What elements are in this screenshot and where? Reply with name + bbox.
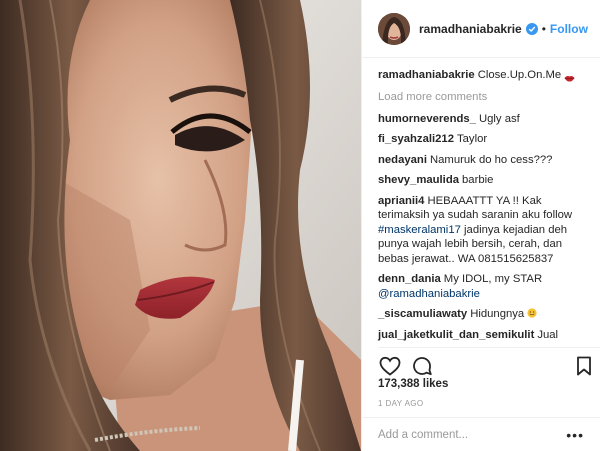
comment-mention[interactable]: @ramadhaniabakrie bbox=[378, 288, 480, 300]
header-separator: • bbox=[541, 21, 546, 36]
comment-item: shevy_maulida barbie bbox=[378, 173, 584, 188]
comment-text: barbie bbox=[462, 174, 494, 186]
comment-username[interactable]: jual_jaketkulit_dan_semikulit bbox=[378, 329, 534, 341]
comment-username[interactable]: aprianii4 bbox=[378, 195, 424, 207]
bookmark-icon[interactable] bbox=[572, 354, 596, 378]
follow-button[interactable]: Follow bbox=[550, 22, 588, 36]
post-header: ramadhaniabakrie • Follow bbox=[362, 0, 600, 58]
more-options-icon[interactable]: ••• bbox=[566, 427, 584, 443]
add-comment-bar: ••• bbox=[362, 417, 600, 451]
verified-badge-icon bbox=[525, 22, 538, 35]
kiss-lips-emoji bbox=[564, 72, 575, 82]
comment-username[interactable]: denn_dania bbox=[378, 273, 441, 285]
comment-item: _siscamuliawaty Hidungnya bbox=[378, 307, 584, 322]
comment-item: humorneverends_ Ugly asf bbox=[378, 112, 584, 127]
comment-username[interactable]: _siscamuliawaty bbox=[378, 308, 467, 320]
load-more-comments-link[interactable]: Load more comments bbox=[378, 91, 584, 103]
comment-username[interactable]: fi_syahzali212 bbox=[378, 133, 454, 145]
comment-item: nedayani Namuruk do ho cess??? bbox=[378, 153, 584, 168]
comments-list[interactable]: ramadhaniabakrie Close.Up.On.Me Load more… bbox=[362, 58, 600, 342]
grinning-face-emoji bbox=[527, 308, 537, 318]
likes-count[interactable]: 173,388 likes bbox=[378, 378, 448, 390]
comment-text: Taylor bbox=[457, 133, 488, 145]
avatar[interactable] bbox=[378, 12, 410, 45]
post-timestamp[interactable]: 1 DAY AGO bbox=[378, 399, 424, 408]
comment-text: Hidungnya bbox=[470, 308, 525, 320]
avatar-image bbox=[378, 12, 410, 45]
comment-item: aprianii4 HEBAAATTT YA !! Kak terimaksih … bbox=[378, 194, 584, 267]
post-actions-bar bbox=[378, 347, 600, 377]
comment-item: jual_jaketkulit_dan_semikulitJual jaket … bbox=[378, 328, 584, 343]
heart-icon[interactable] bbox=[378, 354, 402, 378]
header-username[interactable]: ramadhaniabakrie bbox=[419, 22, 522, 36]
comment-username[interactable]: nedayani bbox=[378, 154, 427, 166]
comment-bubble-icon[interactable] bbox=[410, 354, 434, 378]
comment-text: My IDOL, my STAR bbox=[443, 273, 543, 285]
portrait-image bbox=[0, 0, 361, 451]
caption-username[interactable]: ramadhaniabakrie bbox=[378, 69, 475, 81]
comment-text: Namuruk do ho cess??? bbox=[429, 153, 553, 166]
post-details-panel: ramadhaniabakrie • Follow ramadhaniabakr… bbox=[361, 0, 600, 451]
post-caption: ramadhaniabakrie Close.Up.On.Me bbox=[378, 68, 584, 83]
comment-input[interactable] bbox=[378, 428, 567, 441]
caption-text: Close.Up.On.Me bbox=[477, 69, 562, 81]
post-photo[interactable] bbox=[0, 0, 361, 451]
comment-username[interactable]: shevy_maulida bbox=[378, 174, 459, 186]
comment-item: denn_dania My IDOL, my STAR @ramadhaniaba… bbox=[378, 272, 584, 301]
comment-text: Ugly asf bbox=[478, 112, 520, 125]
comment-hashtag[interactable]: #maskeralami17 bbox=[378, 224, 461, 236]
comment-item: fi_syahzali212 Taylor bbox=[378, 132, 584, 147]
comment-username[interactable]: humorneverends_ bbox=[378, 113, 476, 125]
